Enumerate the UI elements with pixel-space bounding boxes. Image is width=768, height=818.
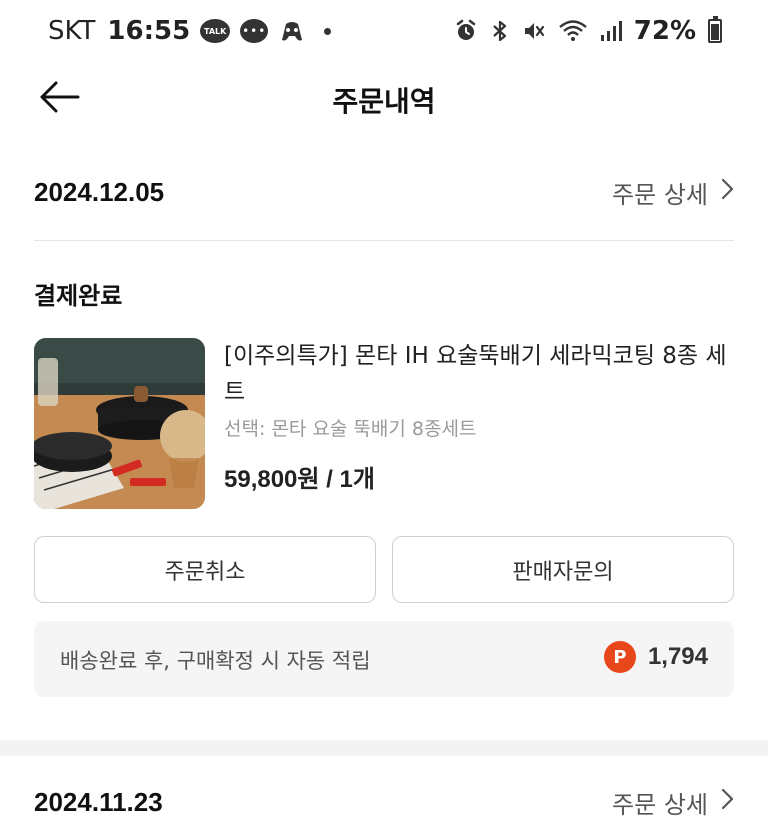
notification-dot: [324, 27, 332, 35]
point-description: 배송완료 후, 구매확정 시 자동 적립: [60, 649, 371, 673]
order-date-row: 2024.11.23 주문 상세: [34, 774, 734, 818]
product-item[interactable]: [이주의특가] 몬타 IH 요술뚝배기 세라믹코팅 8종 세트 선택: 몬타 요…: [34, 338, 734, 510]
game-icon: [278, 20, 306, 42]
battery-percent: 72%: [633, 16, 696, 46]
chevron-right-icon: [720, 788, 734, 816]
page-title: 주문내역: [332, 85, 436, 118]
order-date: 2024.11.23: [34, 786, 163, 817]
point-value: 1,794: [647, 643, 708, 670]
chat-icon: •••: [240, 19, 269, 43]
order-detail-link[interactable]: 주문 상세: [612, 785, 734, 818]
section-separator: [0, 740, 768, 756]
battery-icon: [708, 16, 722, 43]
order-status: 결제완료: [34, 282, 123, 310]
divider: [34, 240, 734, 241]
product-info: [이주의특가] 몬타 IH 요술뚝배기 세라믹코팅 8종 세트 선택: 몬타 요…: [224, 338, 734, 494]
wifi-icon: [558, 19, 588, 43]
alarm-icon: [454, 19, 478, 43]
signal-icon: [600, 19, 622, 43]
order-date: 2024.12.05: [34, 176, 165, 207]
order-detail-label: 주문 상세: [612, 180, 708, 209]
status-left: SKT 16:55 TALK •••: [48, 16, 332, 46]
talk-icon-label: TALK: [200, 19, 231, 43]
cancel-order-button[interactable]: 주문취소: [34, 536, 376, 603]
product-price: 59,800원 / 1개: [224, 466, 375, 493]
product-name: [이주의특가] 몬타 IH 요술뚝배기 세라믹코팅 8종 세트: [224, 343, 727, 405]
order-detail-link[interactable]: 주문 상세: [612, 175, 734, 210]
status-right: 72%: [454, 16, 722, 46]
app-header: 주문내역: [0, 66, 768, 132]
bluetooth-icon: [490, 19, 510, 43]
carrier: SKT: [48, 16, 96, 46]
mute-icon: [522, 19, 546, 43]
order-date-row: 2024.12.05 주문 상세: [34, 164, 734, 220]
point-badge-icon: P: [603, 641, 636, 673]
point-info-box: 배송완료 후, 구매확정 시 자동 적립 P 1,794: [34, 621, 734, 697]
status-bar: SKT 16:55 TALK ••• 72%: [0, 0, 768, 66]
product-option: 선택: 몬타 요술 뚝배기 8종세트: [224, 418, 477, 440]
order-detail-label: 주문 상세: [612, 790, 708, 818]
talk-icon: TALK: [200, 19, 231, 43]
seller-inquiry-button[interactable]: 판매자문의: [392, 536, 734, 603]
point-amount: P 1,794: [603, 641, 708, 673]
product-thumbnail: [34, 338, 205, 509]
clock: 16:55: [107, 16, 191, 46]
chevron-right-icon: [720, 178, 734, 206]
